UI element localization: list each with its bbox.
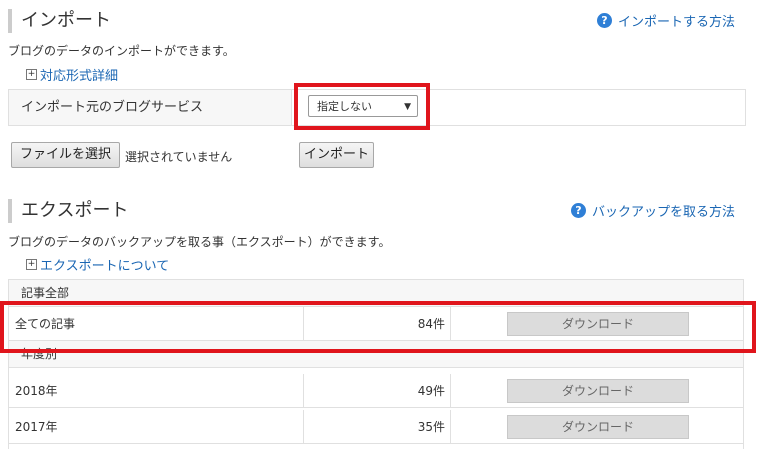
row-name: 2018年 <box>15 384 58 398</box>
import-source-label-cell: インポート元のブログサービス <box>9 90 292 125</box>
plus-square-icon: + <box>26 259 37 270</box>
plus-square-icon: + <box>26 69 37 80</box>
import-description: ブログのデータのインポートができます。 <box>8 44 235 58</box>
column-divider <box>450 374 451 407</box>
highlight-select-box <box>294 83 430 130</box>
export-about-label: エクスポートについて <box>40 259 170 274</box>
formats-detail-label: 対応形式詳細 <box>40 69 119 84</box>
export-heading: エクスポート <box>8 199 128 223</box>
column-divider <box>303 410 304 443</box>
formats-detail-link[interactable]: + 対応形式詳細 <box>26 65 118 84</box>
export-help-label: バックアップを取る方法 <box>591 205 735 220</box>
import-help-label: インポートする方法 <box>617 15 735 30</box>
import-heading: インポート <box>8 9 111 33</box>
question-circle-icon: ? <box>596 13 612 28</box>
table-row: 2018年 49件 ダウンロード <box>9 374 743 408</box>
import-button[interactable]: インポート <box>299 142 374 168</box>
column-divider <box>450 410 451 443</box>
row-name: 2017年 <box>15 420 58 434</box>
export-help-link[interactable]: ? バックアップを取る方法 <box>570 201 735 220</box>
table-row: 2017年 35件 ダウンロード <box>9 410 743 444</box>
import-source-label: インポート元のブログサービス <box>21 100 204 115</box>
question-circle-icon: ? <box>570 203 586 218</box>
row-count: 49件 <box>417 384 445 398</box>
highlight-all-articles-row <box>0 301 756 353</box>
download-2017-button[interactable]: ダウンロード <box>507 415 689 439</box>
export-description: ブログのデータのバックアップを取る事（エクスポート）ができます。 <box>8 235 391 249</box>
file-status-text: 選択されていません <box>125 150 233 164</box>
row-count: 35件 <box>417 420 445 434</box>
export-about-link[interactable]: + エクスポートについて <box>26 255 169 274</box>
download-2018-button[interactable]: ダウンロード <box>507 379 689 403</box>
column-divider <box>303 374 304 407</box>
choose-file-button[interactable]: ファイルを選択 <box>11 142 120 168</box>
import-help-link[interactable]: ? インポートする方法 <box>596 11 735 30</box>
